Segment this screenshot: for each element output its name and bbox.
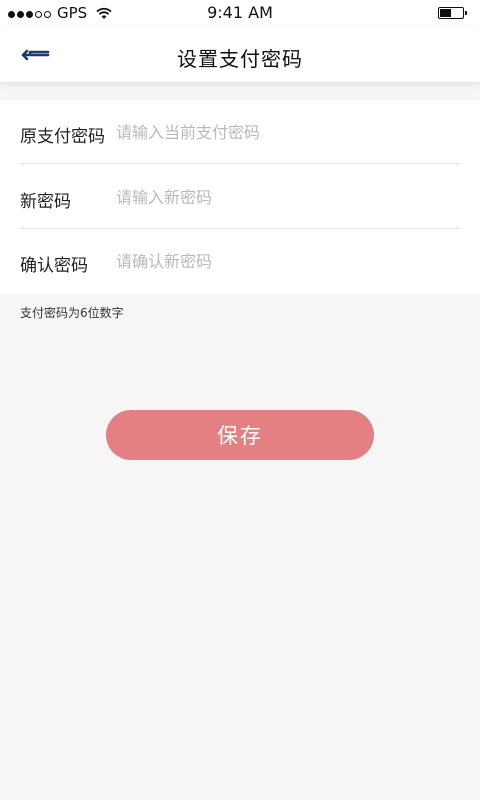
battery-level [440, 9, 451, 17]
battery-tip [465, 11, 467, 15]
new-password-label: 新密码 [20, 192, 71, 212]
new-password-input[interactable] [116, 181, 456, 213]
current-password-input[interactable] [116, 116, 456, 148]
save-button[interactable]: 保存 [106, 410, 374, 460]
status-time: 9:41 AM [207, 3, 273, 22]
nav-bar: 设置支付密码 [0, 26, 480, 82]
current-password-row: 原支付密码 [0, 100, 480, 164]
password-hint: 支付密码为6位数字 [20, 306, 124, 320]
confirm-password-row: 确认密码 [0, 229, 480, 293]
password-form: 原支付密码 新密码 确认密码 [0, 100, 480, 294]
page-title: 设置支付密码 [177, 47, 303, 71]
battery-icon [438, 7, 467, 19]
confirm-password-label: 确认密码 [20, 256, 88, 276]
current-password-label: 原支付密码 [20, 127, 105, 147]
divider [20, 163, 460, 164]
status-bar: GPS 9:41 AM [0, 0, 480, 26]
confirm-password-input[interactable] [116, 245, 456, 277]
new-password-row: 新密码 [0, 165, 480, 229]
